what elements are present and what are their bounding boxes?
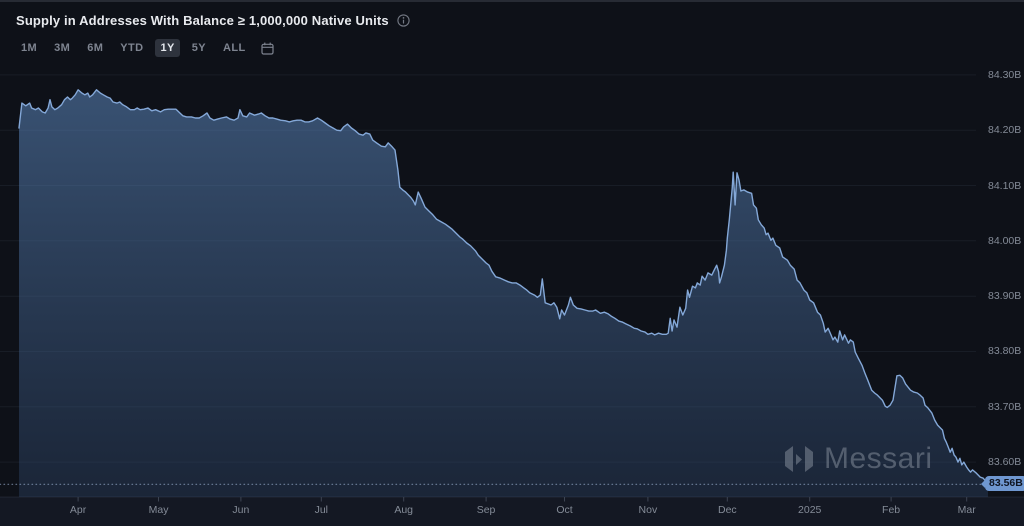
chart-panel: Supply in Addresses With Balance ≥ 1,000…: [0, 0, 1024, 526]
area-fill: [19, 90, 988, 497]
y-axis-label: 83.70B: [988, 401, 1021, 413]
y-axis-label: 84.20B: [988, 124, 1021, 136]
page-title: Supply in Addresses With Balance ≥ 1,000…: [16, 13, 389, 28]
x-axis-label: Jul: [315, 504, 328, 516]
range-button-5y[interactable]: 5Y: [187, 39, 211, 57]
info-icon[interactable]: [397, 14, 410, 27]
current-value-badge: 83.56B: [985, 476, 1024, 491]
x-axis-label: May: [149, 504, 169, 516]
y-axis-label: 84.10B: [988, 180, 1021, 192]
range-button-3m[interactable]: 3M: [49, 39, 75, 57]
chart-header: Supply in Addresses With Balance ≥ 1,000…: [16, 13, 410, 28]
x-axis-label: Dec: [718, 504, 737, 516]
x-axis-label: Mar: [958, 504, 976, 516]
supply-area-chart[interactable]: [0, 0, 1024, 526]
x-axis-label: Oct: [556, 504, 572, 516]
y-axis-label: 84.00B: [988, 235, 1021, 247]
x-axis-label: Sep: [477, 504, 496, 516]
y-axis-label: 83.90B: [988, 290, 1021, 302]
range-button-1m[interactable]: 1M: [16, 39, 42, 57]
range-button-all[interactable]: ALL: [218, 39, 251, 57]
x-axis-label: Aug: [394, 504, 413, 516]
x-axis-label: Nov: [639, 504, 658, 516]
range-button-ytd[interactable]: YTD: [115, 39, 148, 57]
range-button-1y[interactable]: 1Y: [155, 39, 179, 57]
y-axis-label: 84.30B: [988, 69, 1021, 81]
x-axis-label: Apr: [70, 504, 86, 516]
y-axis-label: 83.80B: [988, 345, 1021, 357]
x-axis-label: Feb: [882, 504, 900, 516]
x-axis-label: 2025: [798, 504, 821, 516]
x-axis-label: Jun: [232, 504, 249, 516]
calendar-icon[interactable]: [261, 42, 274, 55]
y-axis-label: 83.60B: [988, 456, 1021, 468]
range-button-6m[interactable]: 6M: [82, 39, 108, 57]
range-toolbar: 1M 3M 6M YTD 1Y 5Y ALL: [16, 39, 274, 57]
